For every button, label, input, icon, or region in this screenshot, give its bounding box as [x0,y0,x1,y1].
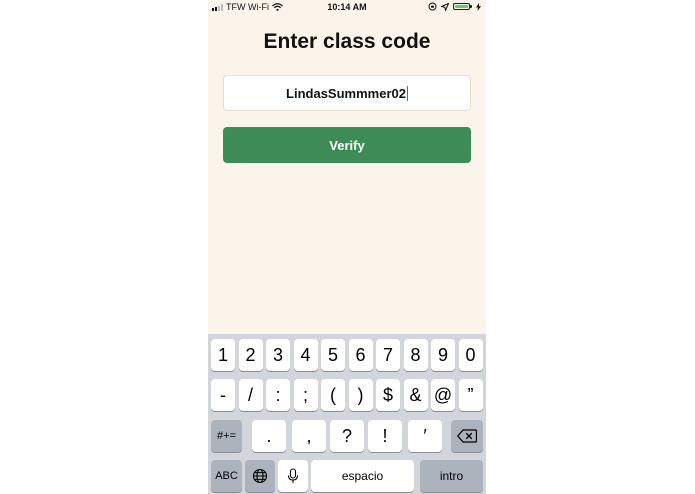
key-hyphen[interactable]: - [211,379,235,411]
key-ampersand[interactable]: & [403,379,428,411]
class-code-input[interactable]: LindasSummmer02 [223,75,471,111]
key-2[interactable]: 2 [238,339,263,371]
charging-icon [476,2,481,11]
delete-key[interactable] [451,420,483,452]
key-close-paren[interactable]: ) [348,379,373,411]
key-colon[interactable]: : [266,379,290,411]
orientation-lock-icon [428,2,437,11]
battery-icon [453,3,472,10]
more-symbols-key[interactable]: #+= [211,420,242,452]
location-icon [441,2,449,11]
key-6[interactable]: 6 [348,339,373,371]
abc-key[interactable]: ABC [211,460,242,492]
text-caret [406,85,408,101]
key-1[interactable]: 1 [211,339,235,371]
key-semicolon[interactable]: ; [293,379,318,411]
status-right [428,2,481,11]
key-comma[interactable]: , [292,420,326,452]
microphone-icon [287,468,299,483]
key-4[interactable]: 4 [293,339,318,371]
key-prime[interactable]: ′ [408,420,442,452]
key-quote[interactable]: ” [458,379,483,411]
verify-button[interactable]: Verify [223,127,471,163]
key-9[interactable]: 9 [431,339,455,371]
key-5[interactable]: 5 [321,339,345,371]
globe-icon [252,468,268,484]
return-key[interactable]: intro [420,460,483,492]
key-exclamation[interactable]: ! [368,420,402,452]
verify-button-label: Verify [329,137,365,153]
key-question[interactable]: ? [330,420,364,452]
key-dollar[interactable]: $ [376,379,400,411]
class-code-value: LindasSummmer02 [286,85,406,101]
page-title: Enter class code [263,30,431,53]
dictation-key[interactable] [278,460,308,492]
key-at[interactable]: @ [431,379,455,411]
space-key[interactable]: espacio [311,460,414,492]
delete-icon [457,429,477,443]
key-period[interactable]: . [252,420,286,452]
globe-key[interactable] [245,460,275,492]
key-0[interactable]: 0 [458,339,483,371]
key-8[interactable]: 8 [403,339,428,371]
key-3[interactable]: 3 [266,339,290,371]
status-bar: TFW Wi-Fi 10:14 AM [208,0,486,14]
key-slash[interactable]: / [238,379,263,411]
phone-screen: TFW Wi-Fi 10:14 AM Enter class code Lind… [208,0,486,494]
keyboard: 1 2 3 4 5 6 7 8 9 0 - / : ; ( ) $ & @ ” … [208,334,486,494]
key-7[interactable]: 7 [376,339,400,371]
key-open-paren[interactable]: ( [321,379,345,411]
